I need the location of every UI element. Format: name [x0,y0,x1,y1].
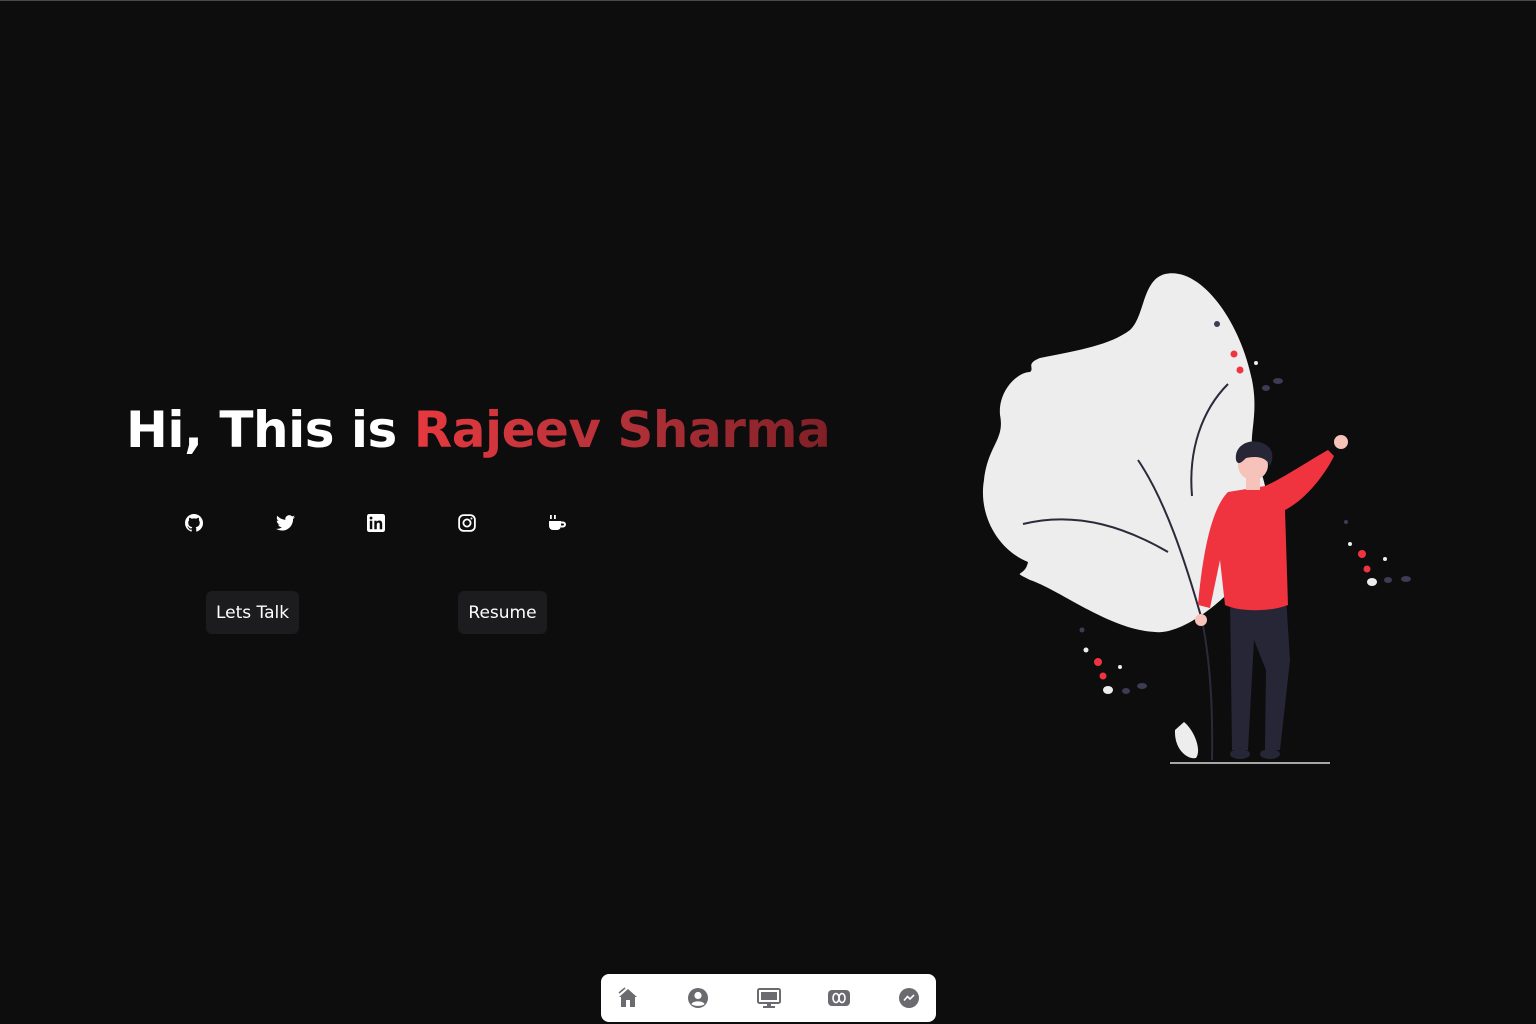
hero-name: Rajeev Sharma [413,401,831,459]
bottom-dock-nav [601,974,936,1022]
hero-illustration [970,260,1430,780]
projects-icon[interactable] [827,986,851,1010]
twitter-icon[interactable] [275,513,295,533]
home-icon[interactable] [616,986,640,1010]
monitor-icon[interactable] [757,986,781,1010]
top-border [0,0,1536,1]
resume-button[interactable]: Resume [458,591,547,634]
lets-talk-button[interactable]: Lets Talk [206,591,299,634]
hero-greeting: Hi, This is [126,401,414,459]
hero-title: Hi, This is Rajeev Sharma [126,401,831,459]
messenger-icon[interactable] [897,986,921,1010]
instagram-icon[interactable] [457,513,477,533]
linkedin-icon[interactable] [366,513,386,533]
portfolio-page: Hi, This is Rajeev Sharma Lets Talk Resu… [0,0,1536,1024]
user-icon[interactable] [686,986,710,1010]
github-icon[interactable] [184,513,204,533]
coffee-icon[interactable] [548,513,568,533]
